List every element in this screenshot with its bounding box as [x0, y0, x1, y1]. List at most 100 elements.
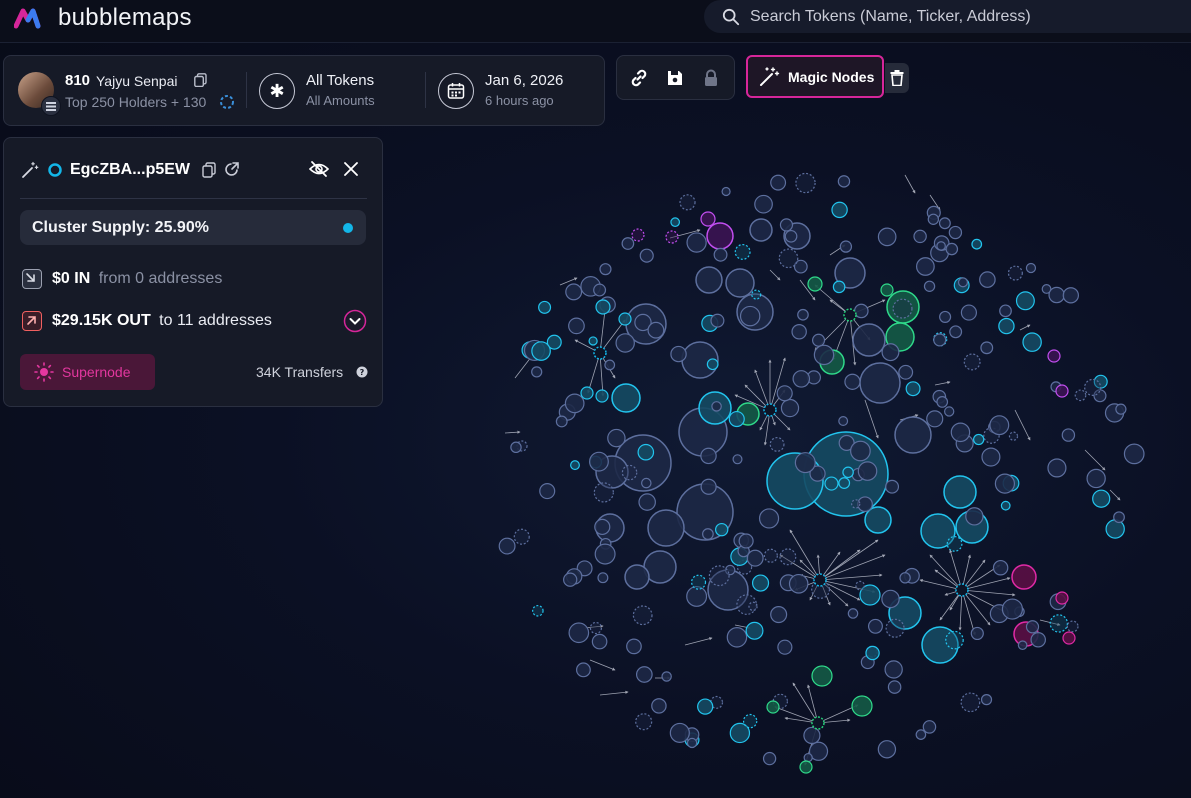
blue-holder-bubble[interactable] [638, 493, 656, 511]
cyan-holder-bubble[interactable] [751, 289, 762, 300]
blue-holder-bubble[interactable] [591, 633, 608, 650]
blue-holder-bubble[interactable] [670, 345, 687, 363]
cyan-holder-bubble[interactable] [838, 477, 851, 489]
blue-holder-bubble[interactable] [838, 416, 849, 427]
cyan-holder-bubble[interactable] [570, 460, 580, 471]
blue-holder-bubble[interactable] [1115, 403, 1127, 415]
external-link-icon[interactable] [224, 161, 240, 177]
cyan-holder-bubble[interactable] [1092, 489, 1111, 508]
blue-holder-bubble[interactable] [960, 692, 981, 713]
blue-holder-bubble[interactable] [594, 518, 611, 536]
node-address[interactable]: EgcZBA...p5EW [70, 161, 190, 179]
blue-holder-bubble[interactable] [498, 537, 516, 555]
cyan-holder-bubble[interactable] [706, 358, 719, 371]
blue-holder-bubble[interactable] [593, 283, 607, 297]
save-icon[interactable] [665, 68, 685, 88]
blue-holder-bubble[interactable] [794, 452, 816, 474]
cluster-supply-bar[interactable]: Cluster Supply: 25.90% [20, 210, 366, 245]
blue-holder-bubble[interactable] [695, 266, 723, 294]
cyan-holder-bubble[interactable] [832, 280, 846, 294]
cyan-holder-bubble[interactable] [972, 433, 985, 446]
blue-holder-bubble[interactable] [1001, 598, 1024, 620]
filter-label[interactable]: All Tokens [306, 72, 374, 89]
all-tokens-icon[interactable]: ✱ [259, 73, 295, 109]
blue-holder-bubble[interactable] [949, 325, 963, 339]
blue-holder-bubble[interactable] [1113, 511, 1125, 524]
blue-holder-bubble[interactable] [711, 401, 722, 412]
blue-holder-bubble[interactable] [513, 528, 530, 545]
cyan-holder-bubble[interactable] [697, 698, 714, 715]
delete-button[interactable] [885, 63, 909, 93]
cyan-holder-bubble[interactable] [734, 243, 751, 260]
expand-chevron-icon[interactable] [343, 309, 367, 333]
blue-holder-bubble[interactable] [669, 722, 690, 743]
blue-holder-bubble[interactable] [739, 305, 761, 327]
hide-eye-icon[interactable] [309, 160, 329, 178]
blue-holder-bubble[interactable] [844, 373, 861, 390]
search-bar[interactable]: Search Tokens (Name, Ticker, Address) [704, 0, 1191, 33]
blue-holder-bubble[interactable] [568, 622, 590, 644]
blue-holder-bubble[interactable] [963, 353, 981, 371]
blue-holder-bubble[interactable] [923, 280, 936, 292]
cyan-holder-bubble[interactable] [751, 574, 770, 592]
blue-holder-bubble[interactable] [857, 461, 878, 481]
blue-holder-bubble[interactable] [594, 543, 616, 565]
blue-holder-bubble[interactable] [1017, 640, 1028, 651]
blue-holder-bubble[interactable] [884, 660, 903, 679]
blue-holder-bubble[interactable] [700, 447, 717, 465]
cyan-holder-bubble[interactable] [905, 381, 921, 397]
blue-holder-bubble[interactable] [867, 618, 883, 634]
cyan-holder-bubble[interactable] [745, 621, 764, 640]
blue-holder-bubble[interactable] [686, 232, 707, 253]
blue-holder-bubble[interactable] [641, 477, 652, 489]
blue-holder-bubble[interactable] [700, 478, 717, 495]
blue-holder-bubble[interactable] [1086, 468, 1106, 489]
blue-holder-bubble[interactable] [926, 410, 944, 428]
blue-holder-bubble[interactable] [980, 694, 993, 706]
blue-holder-bubble[interactable] [624, 564, 650, 590]
green-holder-bubble[interactable] [880, 283, 894, 297]
cluster-hub-node[interactable] [593, 346, 607, 360]
blue-holder-bubble[interactable] [510, 441, 522, 454]
blue-holder-bubble[interactable] [777, 639, 793, 655]
blue-holder-bubble[interactable] [1007, 265, 1023, 281]
blue-holder-bubble[interactable] [1074, 389, 1087, 402]
blue-holder-bubble[interactable] [933, 333, 947, 347]
blue-holder-bubble[interactable] [725, 268, 755, 298]
blue-holder-bubble[interactable] [746, 549, 764, 567]
blue-holder-bubble[interactable] [555, 415, 568, 428]
blue-holder-bubble[interactable] [589, 451, 609, 472]
blue-holder-bubble[interactable] [599, 263, 612, 276]
cyan-holder-bubble[interactable] [637, 443, 655, 461]
magic-nodes-button[interactable]: Magic Nodes [746, 55, 884, 98]
holders-label[interactable]: Top 250 Holders + 130 [65, 94, 206, 110]
inflow-row[interactable]: $0 IN from 0 addresses [52, 270, 222, 288]
blue-holder-bubble[interactable] [564, 393, 585, 414]
cyan-holder-bubble[interactable] [946, 535, 963, 552]
blue-holder-bubble[interactable] [661, 671, 672, 682]
blue-holder-bubble[interactable] [851, 499, 861, 509]
cyan-holder-bubble[interactable] [728, 410, 745, 428]
purple-holder-bubble[interactable] [665, 230, 679, 244]
cyan-holder-bubble[interactable] [824, 476, 839, 491]
green-holder-bubble[interactable] [811, 665, 833, 687]
blue-holder-bubble[interactable] [936, 396, 949, 408]
blue-holder-bubble[interactable] [754, 194, 773, 214]
blue-holder-bubble[interactable] [892, 298, 913, 319]
blue-holder-bubble[interactable] [877, 227, 897, 247]
blue-holder-bubble[interactable] [1123, 443, 1145, 465]
pink-holder-bubble[interactable] [1062, 631, 1076, 645]
blue-holder-bubble[interactable] [885, 618, 905, 638]
blue-holder-bubble[interactable] [749, 218, 773, 242]
cyan-holder-bubble[interactable] [595, 299, 611, 315]
blue-holder-bubble[interactable] [1025, 620, 1040, 634]
cyan-holder-bubble[interactable] [1000, 500, 1011, 511]
cyan-holder-bubble[interactable] [715, 522, 729, 537]
calendar-icon[interactable] [438, 73, 474, 109]
blue-holder-bubble[interactable] [811, 333, 826, 347]
blue-holder-bubble[interactable] [899, 572, 911, 584]
cluster-hub-node[interactable] [813, 573, 827, 587]
blue-holder-bubble[interactable] [779, 218, 794, 232]
green-holder-bubble[interactable] [799, 760, 813, 774]
blue-holder-bubble[interactable] [1061, 428, 1076, 442]
